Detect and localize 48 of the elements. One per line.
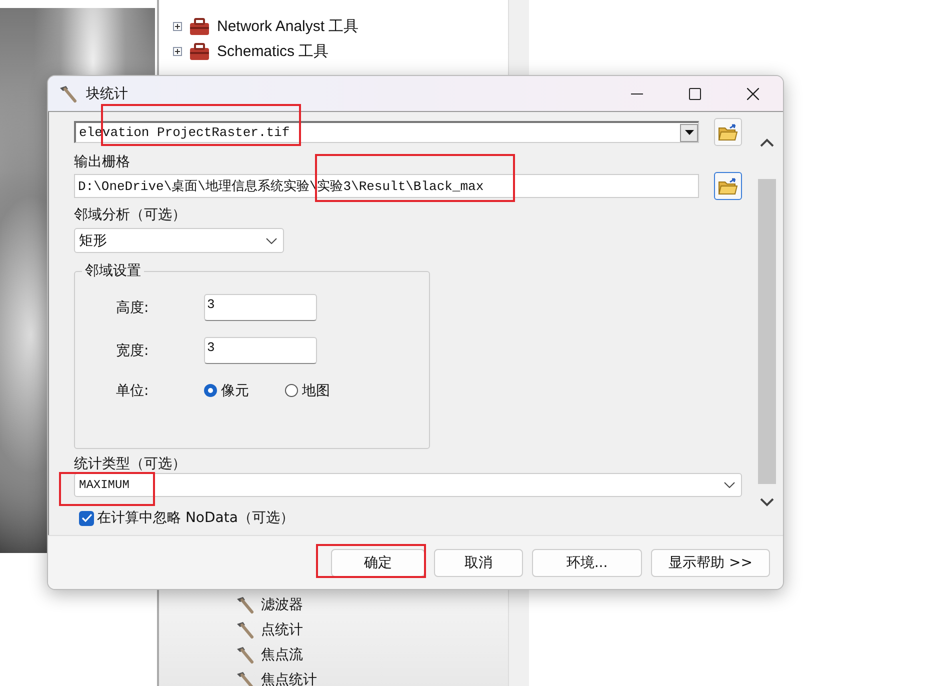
close-icon[interactable] [747, 88, 759, 100]
hammer-icon [235, 596, 255, 614]
checkbox[interactable] [79, 510, 94, 526]
field-label: 高度: [115, 298, 150, 316]
chevron-down-icon [266, 238, 277, 244]
toolbox-icon [189, 18, 210, 36]
dialog-button[interactable]: 环境... [532, 548, 642, 576]
window-title: 块统计 [86, 84, 128, 102]
checkbox-label: 在计算中忽略 NoData（可选） [97, 509, 294, 527]
field-label: 输出栅格 [74, 153, 131, 172]
hammer-icon [235, 670, 255, 686]
folder-button[interactable] [714, 118, 742, 146]
dialog-button[interactable]: 显示帮助 >> [651, 548, 770, 576]
statistics-type-dropdown[interactable]: MAXIMUM [74, 473, 742, 497]
group-title: 邻域设置 [82, 262, 144, 280]
hammer-icon [235, 646, 255, 664]
dialog-button[interactable]: 确定 [331, 548, 425, 576]
chevron-down-icon [724, 482, 735, 488]
expand-icon[interactable] [173, 22, 182, 31]
radio-selected-icon[interactable] [204, 384, 217, 397]
field-label: 统计类型（可选） [74, 455, 187, 473]
scrollbar-thumb[interactable] [758, 179, 776, 484]
tool-item[interactable]: 焦点流 [261, 646, 303, 664]
folder-icon [718, 178, 738, 194]
radio-unselected-icon[interactable] [285, 384, 298, 397]
tool-item[interactable]: 焦点统计 [261, 670, 317, 686]
toolbox-icon [189, 42, 210, 60]
number-field[interactable]: 3 [204, 337, 317, 364]
folder-icon [718, 124, 738, 140]
number-field[interactable]: 3 [204, 294, 317, 321]
hammer-icon [235, 620, 255, 638]
maximize-icon[interactable] [689, 88, 701, 100]
expand-icon[interactable] [173, 47, 182, 56]
dialog-button[interactable]: 取消 [434, 548, 523, 576]
field-label: 单位: [115, 382, 150, 400]
radio-option[interactable]: 地图 [285, 382, 330, 400]
tool-item[interactable]: 滤波器 [261, 596, 303, 614]
toolbox-item[interactable]: Schematics 工具 [217, 42, 329, 61]
folder-button[interactable] [714, 172, 742, 200]
field-label: 宽度: [115, 342, 150, 360]
radio-option[interactable]: 像元 [204, 382, 249, 400]
tool-item[interactable]: 点统计 [261, 620, 303, 638]
hammer-icon [58, 84, 78, 102]
toolbox-item[interactable]: Network Analyst 工具 [217, 17, 359, 36]
field-label: 邻域分析（可选） [74, 206, 187, 225]
chevron-up-icon[interactable] [760, 138, 774, 147]
chevron-down-icon[interactable] [760, 498, 774, 507]
neighborhood-dropdown[interactable]: 矩形 [74, 228, 284, 253]
